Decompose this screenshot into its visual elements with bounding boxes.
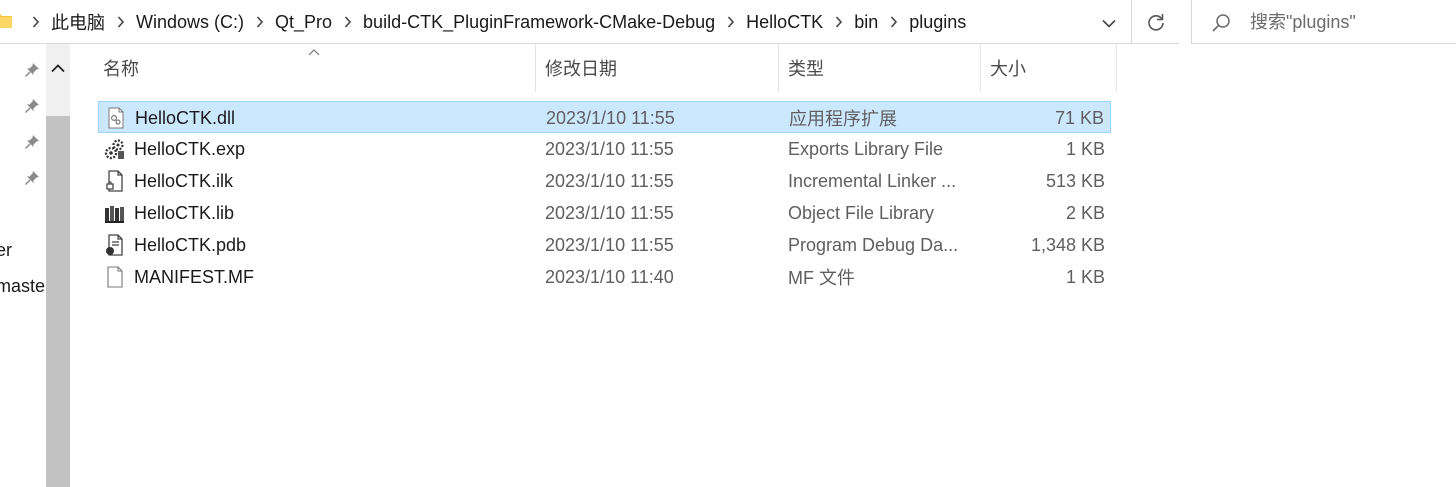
chevron-right-icon[interactable]	[715, 12, 746, 32]
file-size: 2 KB	[1065, 202, 1105, 223]
breadcrumb-qt-pro[interactable]: Qt_Pro	[275, 12, 332, 33]
file-row[interactable]: HelloCTK.pdb 2023/1/10 11:55 Program Deb…	[98, 229, 1111, 261]
lib-file-icon	[105, 206, 124, 223]
file-type: Exports Library File	[788, 138, 944, 159]
file-name: HelloCTK.ilk	[134, 170, 234, 191]
chevron-right-icon[interactable]	[105, 12, 136, 32]
pdb-file-icon	[106, 234, 123, 256]
file-date: 2023/1/10 11:40	[545, 266, 674, 287]
file-size: 71 KB	[1054, 107, 1104, 128]
generic-file-icon	[107, 266, 123, 288]
chevron-right-icon[interactable]	[20, 12, 51, 32]
file-name: HelloCTK.dll	[135, 107, 236, 128]
file-size: 1 KB	[1065, 266, 1105, 287]
chevron-right-icon[interactable]	[332, 12, 363, 32]
file-row[interactable]: MANIFEST.MF 2023/1/10 11:40 MF 文件 1 KB	[98, 261, 1111, 293]
file-row[interactable]: HelloCTK.ilk 2023/1/10 11:55 Incremental…	[98, 165, 1111, 197]
breadcrumb-drive-c[interactable]: Windows (C:)	[136, 12, 244, 33]
column-header-type[interactable]: 类型	[779, 44, 981, 92]
refresh-button[interactable]	[1131, 0, 1179, 44]
file-name: HelloCTK.lib	[134, 202, 235, 223]
breadcrumb-build-folder[interactable]: build-CTK_PluginFramework-CMake-Debug	[363, 12, 715, 33]
breadcrumb-helloctk[interactable]: HelloCTK	[746, 12, 823, 33]
chevron-right-icon[interactable]	[878, 12, 909, 32]
breadcrumb-this-pc[interactable]: 此电脑	[51, 9, 105, 35]
file-name: MANIFEST.MF	[134, 266, 254, 287]
file-size: 1 KB	[1065, 138, 1105, 159]
file-date: 2023/1/10 11:55	[545, 138, 674, 159]
file-size: 513 KB	[1045, 170, 1105, 191]
column-header-row: 名称 修改日期 类型 大小	[72, 44, 1118, 92]
chevron-down-icon[interactable]	[1094, 10, 1124, 36]
file-type: 应用程序扩展	[789, 109, 897, 129]
ilk-file-icon	[106, 170, 123, 192]
file-name: HelloCTK.pdb	[134, 234, 247, 255]
column-header-date[interactable]: 修改日期	[536, 44, 779, 92]
nav-item-partial[interactable]: er	[0, 240, 12, 261]
refresh-icon	[1147, 13, 1164, 31]
breadcrumb-plugins[interactable]: plugins	[909, 12, 966, 33]
file-type: Object File Library	[788, 202, 935, 223]
pin-icon[interactable]	[24, 98, 40, 114]
scrollbar[interactable]	[46, 44, 70, 487]
file-type: Program Debug Da...	[788, 234, 959, 255]
search-input[interactable]	[1250, 10, 1450, 34]
file-type: Incremental Linker ...	[788, 170, 957, 191]
dll-file-icon	[108, 107, 124, 129]
pin-icon[interactable]	[24, 170, 40, 186]
column-header-name[interactable]: 名称	[94, 44, 536, 92]
search-icon	[1212, 14, 1230, 32]
file-date: 2023/1/10 11:55	[545, 234, 674, 255]
file-name: HelloCTK.exp	[134, 138, 246, 159]
chevron-right-icon[interactable]	[823, 12, 854, 32]
scroll-up-icon[interactable]	[46, 50, 70, 86]
folder-icon	[0, 14, 12, 28]
breadcrumb: 此电脑 Windows (C:) Qt_Pro build-CTK_Plugin…	[20, 0, 966, 44]
toolbar: 此电脑 Windows (C:) Qt_Pro build-CTK_Plugin…	[0, 0, 1456, 44]
pin-icon[interactable]	[24, 62, 40, 78]
chevron-right-icon[interactable]	[244, 12, 275, 32]
nav-item-partial[interactable]: maste	[0, 276, 45, 297]
file-row[interactable]: HelloCTK.exp 2023/1/10 11:55 Exports Lib…	[98, 133, 1111, 165]
breadcrumb-bin[interactable]: bin	[854, 12, 878, 33]
file-size: 1,348 KB	[1030, 234, 1105, 255]
file-date: 2023/1/10 11:55	[546, 107, 675, 128]
address-bar[interactable]: 此电脑 Windows (C:) Qt_Pro build-CTK_Plugin…	[0, 0, 1131, 44]
file-list: 名称 修改日期 类型 大小 HelloCTK.dll 2023/1/10 11:…	[72, 44, 1456, 487]
column-header-size[interactable]: 大小	[981, 44, 1117, 92]
file-row[interactable]: HelloCTK.dll 2023/1/10 11:55 应用程序扩展 71 K…	[98, 101, 1111, 133]
exp-file-icon	[104, 139, 124, 160]
file-date: 2023/1/10 11:55	[545, 170, 674, 191]
pin-icon[interactable]	[24, 134, 40, 150]
file-row[interactable]: HelloCTK.lib 2023/1/10 11:55 Object File…	[98, 197, 1111, 229]
scrollbar-thumb[interactable]	[46, 116, 70, 487]
file-type: MF 文件	[788, 268, 855, 288]
navigation-pane: er maste	[0, 44, 72, 487]
file-date: 2023/1/10 11:55	[545, 202, 674, 223]
search-box[interactable]	[1191, 0, 1456, 44]
